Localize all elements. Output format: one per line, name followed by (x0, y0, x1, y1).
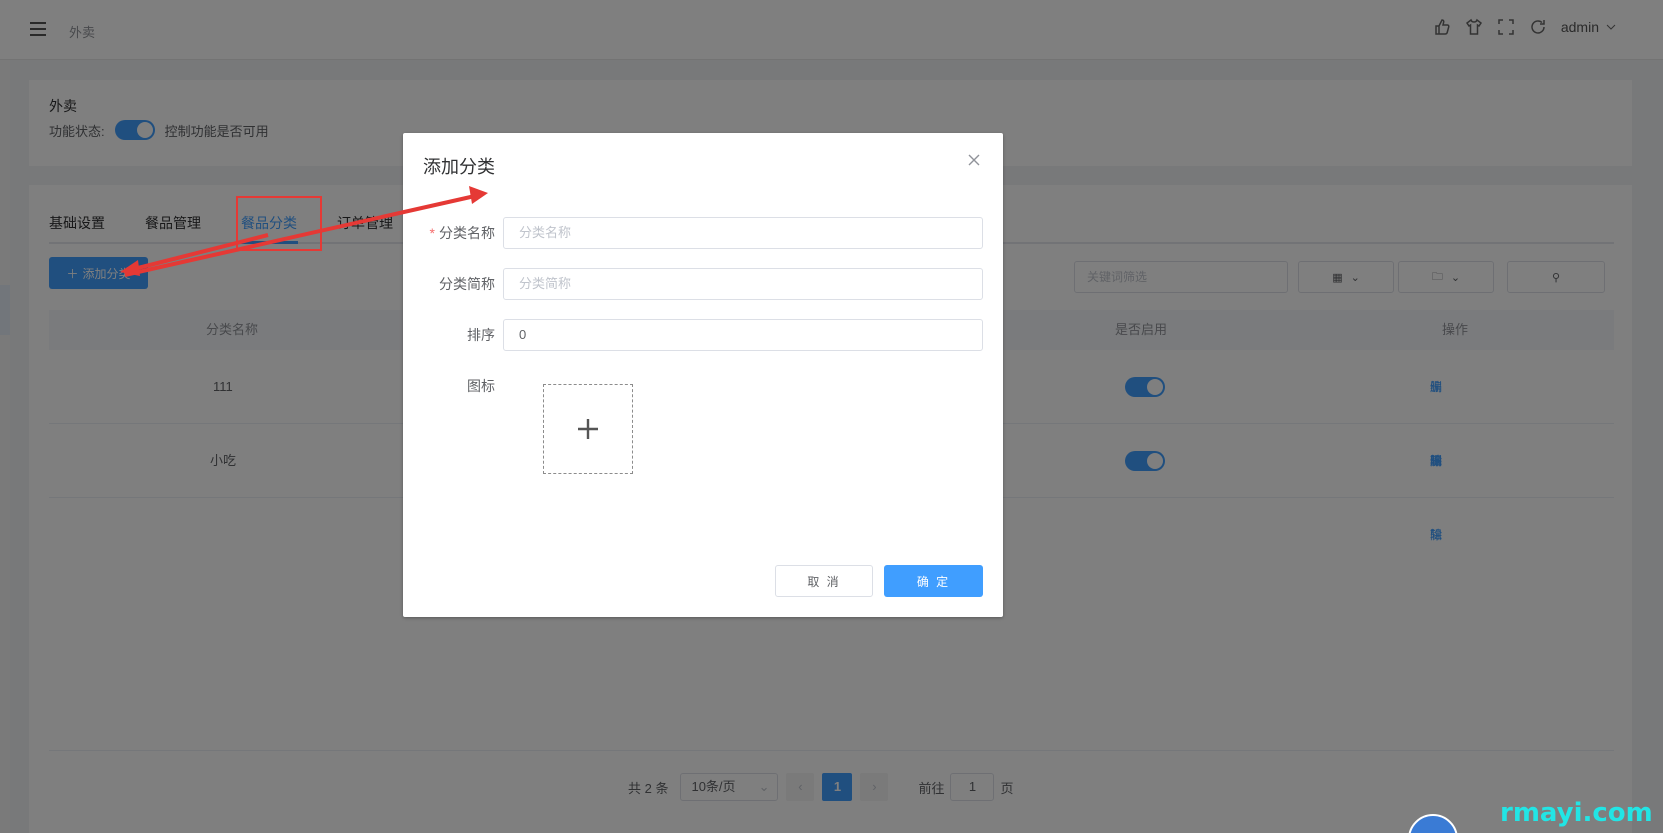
watermark: rmayi.com (1500, 798, 1653, 828)
close-icon[interactable] (967, 153, 981, 167)
category-name-field: * 分类名称 分类名称 (403, 217, 1003, 249)
icon-upload[interactable] (543, 384, 633, 474)
sort-input[interactable]: 0 (503, 319, 983, 351)
icon-field: 图标 (403, 370, 1003, 402)
cancel-button[interactable]: 取 消 (775, 565, 873, 597)
required-mark: * (429, 225, 435, 241)
category-short-label: 分类简称 (439, 276, 495, 292)
category-short-input[interactable]: 分类简称 (503, 268, 983, 300)
add-category-dialog: 添加分类 * 分类名称 分类名称 分类简称 分类简称 排序 0 图标 取 消 确 … (403, 133, 1003, 617)
category-name-input[interactable]: 分类名称 (503, 217, 983, 249)
confirm-button[interactable]: 确 定 (884, 565, 983, 597)
category-name-label: * 分类名称 (429, 225, 495, 241)
dialog-title: 添加分类 (423, 157, 495, 177)
annotation-highlight-box (236, 196, 322, 251)
sort-label: 排序 (467, 327, 495, 343)
sort-field: 排序 0 (403, 319, 1003, 351)
plus-icon (578, 419, 598, 439)
icon-label: 图标 (467, 378, 495, 394)
category-short-field: 分类简称 分类简称 (403, 268, 1003, 300)
